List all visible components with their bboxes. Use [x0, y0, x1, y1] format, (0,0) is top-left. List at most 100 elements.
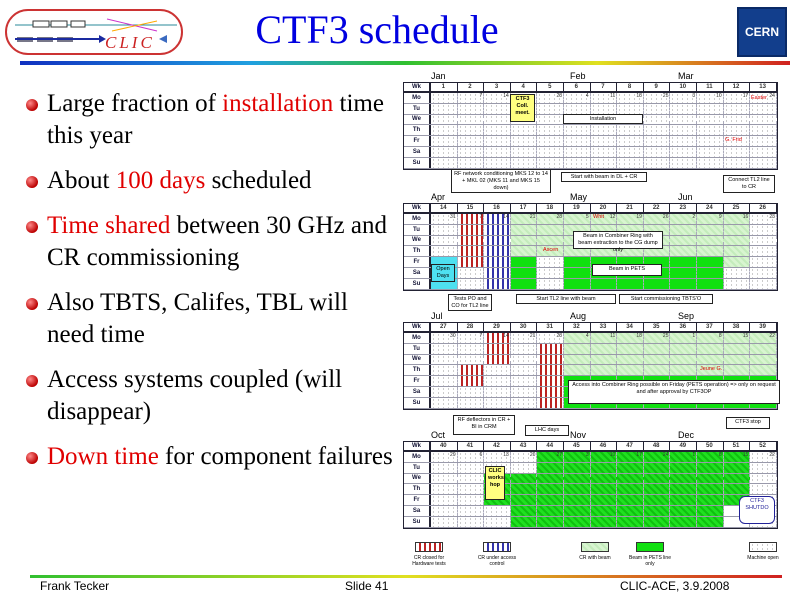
day-cell	[590, 354, 618, 365]
day-cell	[537, 495, 565, 505]
day-cell	[750, 114, 777, 125]
day-cell	[723, 278, 751, 289]
week-number: 15	[458, 204, 485, 212]
day-cell	[510, 484, 538, 495]
annotation-good-friday: G. Frid	[725, 137, 742, 143]
day-label: Th	[404, 484, 431, 495]
day-cell	[457, 505, 485, 516]
day-cell	[617, 354, 644, 365]
day-cell: 7	[457, 214, 485, 224]
day-cell: 26	[643, 214, 671, 224]
day-cell	[431, 365, 458, 376]
legend-swatch	[636, 542, 664, 552]
day-label: Tu	[404, 462, 431, 473]
week-number: 31	[537, 323, 565, 331]
legend-label: Beam in PETS line only	[629, 555, 671, 567]
week-number: 23	[670, 204, 698, 212]
week-number: 21	[617, 204, 644, 212]
bullet-icon	[26, 99, 38, 111]
day-cell	[510, 505, 538, 516]
day-cell	[457, 224, 485, 235]
day-cell	[697, 495, 724, 505]
day-row: Mo 7 14 28 4 11 18 25 3 10 17 24	[404, 93, 777, 104]
month-label: Jun	[678, 192, 693, 202]
annotation-whit: Whit	[593, 214, 604, 220]
day-cell: 1	[670, 333, 698, 343]
week-number: 51	[724, 442, 751, 450]
day-cell	[510, 246, 538, 257]
day-cell: 21	[510, 333, 538, 343]
footer-divider	[30, 575, 782, 578]
day-row: Sa	[404, 267, 777, 279]
annotation-beam-pets: Beam in PETS	[592, 264, 662, 276]
day-cell	[643, 516, 671, 527]
day-cell	[537, 235, 565, 246]
bullet-icon	[26, 298, 38, 310]
day-cell: 9	[697, 214, 724, 224]
clic-logo: CLIC	[5, 9, 183, 55]
day-cell	[643, 505, 671, 516]
annotation-start-tl2: Start TL2 line with beam	[516, 294, 616, 304]
day-cell	[537, 146, 565, 157]
day-cell	[750, 235, 777, 246]
day-row: Mo 30 7 14 21 28 4 11 18 25 1 8 15 22	[404, 333, 777, 344]
day-label: Sa	[404, 505, 431, 516]
day-cell	[564, 267, 591, 278]
week-number: 52	[750, 442, 777, 450]
day-cell	[484, 224, 511, 235]
bullet-icon	[26, 452, 38, 464]
bullet-item: Access systems coupled (will disappear)	[26, 364, 396, 428]
annotation-start-beam: Start with beam in DL + CR	[561, 172, 647, 182]
day-cell: 7	[457, 93, 485, 103]
day-label: Su	[404, 397, 431, 408]
day-cell	[431, 376, 458, 386]
legend-item: CR with beam	[573, 542, 617, 561]
day-label: Tu	[404, 224, 431, 235]
week-number: 13	[750, 83, 777, 91]
day-cell	[510, 397, 538, 408]
day-cell	[431, 462, 458, 473]
day-cell	[484, 136, 511, 146]
bullet-icon	[26, 176, 38, 188]
day-cell	[670, 505, 698, 516]
day-label: Sa	[404, 386, 431, 397]
day-cell	[537, 257, 565, 267]
day-cell	[723, 246, 751, 257]
day-cell	[723, 146, 751, 157]
day-cell	[670, 224, 698, 235]
week-number: 12	[724, 83, 751, 91]
week-number: 4	[511, 83, 538, 91]
week-number: 50	[697, 442, 724, 450]
day-cell	[670, 484, 698, 495]
day-row: Fr	[404, 495, 777, 506]
day-cell: 3	[670, 93, 698, 103]
day-cell	[697, 473, 724, 484]
day-cell	[484, 386, 511, 397]
day-cell: 28	[537, 333, 565, 343]
day-cell	[643, 146, 671, 157]
day-cell	[750, 267, 777, 278]
month-label: Dec	[678, 430, 695, 440]
week-number: 35	[644, 323, 671, 331]
day-cell	[670, 516, 698, 527]
day-cell: 17	[723, 93, 751, 103]
week-number: 22	[644, 204, 671, 212]
footer-slide-number: Slide 41	[345, 579, 389, 593]
day-row: Mo 29 6 13 20 27 3 10 17 24 1 8 15 22	[404, 452, 777, 463]
day-cell	[750, 246, 777, 257]
day-cell	[564, 103, 591, 114]
day-cell	[457, 473, 485, 484]
bullet-icon	[26, 375, 38, 387]
day-cell: 14	[484, 214, 511, 224]
day-cell	[617, 462, 644, 473]
day-cell	[590, 462, 618, 473]
bullet-text: Also TBTS, Califes, TBL will need time	[47, 289, 348, 348]
day-cell	[750, 125, 777, 136]
day-label: Su	[404, 157, 431, 168]
annotation-lhc-days: LHC days	[525, 425, 569, 436]
day-row: Fr	[404, 136, 777, 147]
day-cell	[537, 462, 565, 473]
day-cell	[457, 495, 485, 505]
day-cell	[431, 246, 458, 257]
day-cell	[723, 473, 751, 484]
